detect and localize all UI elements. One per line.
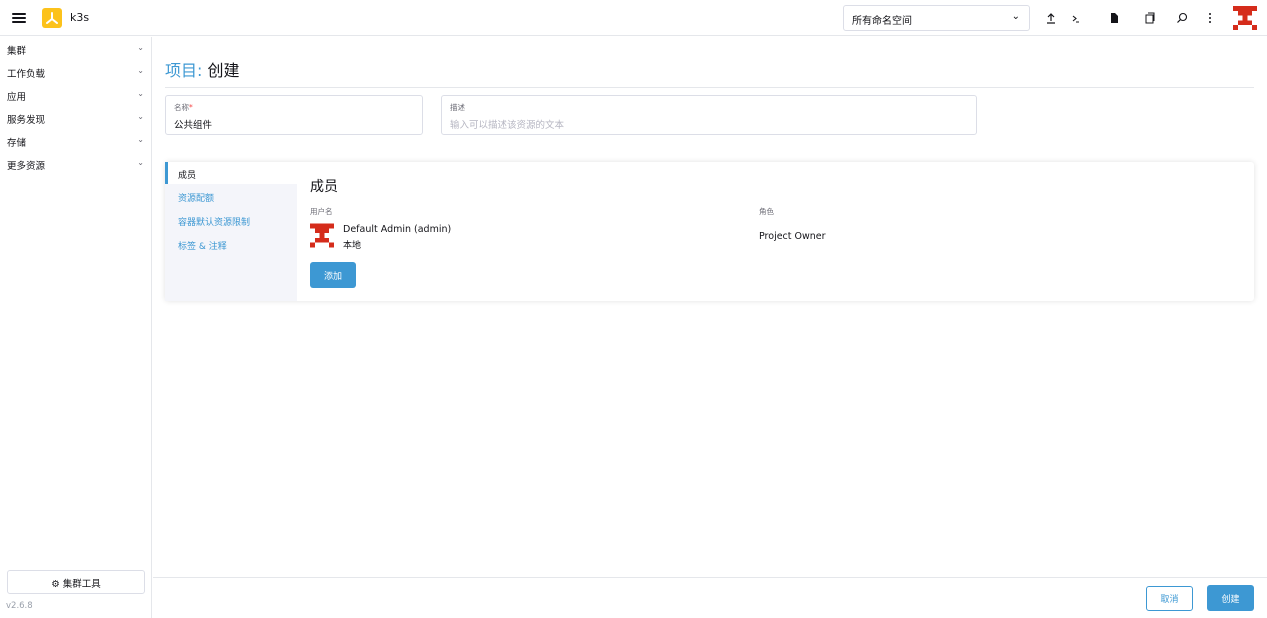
tab-container-default-limits[interactable]: 容器默认资源限制 [165, 209, 297, 231]
user-avatar[interactable] [1233, 5, 1257, 31]
members-panel: 成员 用户名 角色 Default Admin (admin) 本地 Proje… [297, 162, 1254, 301]
chevron-down-icon: ⌄ [1011, 11, 1020, 22]
sidebar-item-service-discovery[interactable]: 服务发现 ⌄ [0, 109, 152, 129]
top-bar: k3s 所有命名空间 ⌄ [0, 0, 1267, 36]
member-source: 本地 [343, 241, 362, 251]
version-label: v2.6.8 [6, 601, 33, 611]
description-input[interactable]: 输入可以描述该资源的文本 [450, 117, 564, 131]
more-vertical-icon[interactable] [1201, 9, 1219, 27]
description-field[interactable]: 描述 输入可以描述该资源的文本 [441, 95, 977, 135]
sidebar: 集群 ⌄ 工作负载 ⌄ 应用 ⌄ 服务发现 ⌄ 存储 ⌄ 更多资源 ⌄ ⚙ 集群… [0, 37, 152, 618]
tab-resource-quotas[interactable]: 资源配额 [165, 185, 297, 207]
file-icon[interactable] [1105, 9, 1123, 27]
name-field[interactable]: 名称* 公共组件 [165, 95, 423, 135]
cluster-tools-button[interactable]: ⚙ 集群工具 [7, 570, 145, 594]
sidebar-item-label: 工作负载 [7, 69, 46, 80]
title-divider [165, 87, 1254, 88]
member-avatar [310, 222, 334, 249]
chevron-down-icon: ⌄ [137, 43, 144, 52]
description-field-label: 描述 [450, 103, 465, 112]
chevron-down-icon: ⌄ [137, 112, 144, 121]
tab-labels-annotations[interactable]: 标签 & 注释 [165, 233, 297, 255]
k3s-logo [42, 8, 62, 28]
member-name: Default Admin (admin) [343, 224, 452, 235]
chevron-down-icon: ⌄ [137, 158, 144, 167]
page-title-prefix[interactable]: 项目: [165, 61, 202, 80]
tab-list: 成员 资源配额 容器默认资源限制 标签 & 注释 [165, 162, 297, 301]
column-header-username: 用户名 [310, 207, 333, 216]
sidebar-item-more-resources[interactable]: 更多资源 ⌄ [0, 155, 152, 175]
gear-icon: ⚙ [51, 579, 60, 590]
sidebar-item-storage[interactable]: 存储 ⌄ [0, 132, 152, 152]
name-input[interactable]: 公共组件 [174, 117, 212, 131]
create-button[interactable]: 创建 [1207, 585, 1254, 611]
sidebar-item-label: 服务发现 [7, 115, 46, 126]
add-member-button[interactable]: 添加 [310, 262, 356, 288]
copy-icon[interactable] [1141, 9, 1159, 27]
sidebar-item-workloads[interactable]: 工作负载 ⌄ [0, 63, 152, 83]
footer-divider [153, 577, 1267, 578]
sidebar-item-label: 存储 [7, 138, 27, 149]
cancel-button[interactable]: 取消 [1146, 586, 1193, 611]
main-content: 项目: 创建 名称* 公共组件 描述 输入可以描述该资源的文本 成员 资源配额 … [153, 37, 1267, 618]
chevron-down-icon: ⌄ [137, 135, 144, 144]
search-icon[interactable] [1173, 9, 1191, 27]
sidebar-item-apps[interactable]: 应用 ⌄ [0, 86, 152, 106]
tab-label: 容器默认资源限制 [178, 218, 251, 228]
project-settings-card: 成员 资源配额 容器默认资源限制 标签 & 注释 成员 用户名 角色 Defau… [165, 162, 1254, 301]
cluster-name[interactable]: k3s [70, 11, 89, 24]
member-role: Project Owner [759, 231, 826, 242]
members-panel-title: 成员 [310, 179, 338, 195]
sidebar-item-label: 集群 [7, 46, 27, 57]
namespace-select[interactable]: 所有命名空间 ⌄ [843, 5, 1030, 31]
tab-label: 成员 [178, 171, 197, 181]
shell-icon[interactable] [1067, 9, 1085, 27]
column-header-role: 角色 [759, 207, 774, 216]
tab-label: 标签 & 注释 [178, 242, 227, 252]
namespace-select-value: 所有命名空间 [852, 16, 912, 27]
chevron-down-icon: ⌄ [137, 89, 144, 98]
sidebar-item-label: 应用 [7, 92, 27, 103]
sidebar-item-label: 更多资源 [7, 161, 46, 172]
tab-members[interactable]: 成员 [165, 162, 297, 184]
tab-label: 资源配额 [178, 194, 215, 204]
upload-icon[interactable] [1042, 9, 1060, 27]
cluster-tools-label: 集群工具 [62, 579, 101, 590]
page-title: 项目: 创建 [165, 57, 240, 81]
chevron-down-icon: ⌄ [137, 66, 144, 75]
page-title-action: 创建 [207, 61, 240, 80]
menu-icon[interactable] [12, 13, 26, 23]
sidebar-item-cluster[interactable]: 集群 ⌄ [0, 40, 152, 60]
name-field-label: 名称* [174, 103, 193, 112]
